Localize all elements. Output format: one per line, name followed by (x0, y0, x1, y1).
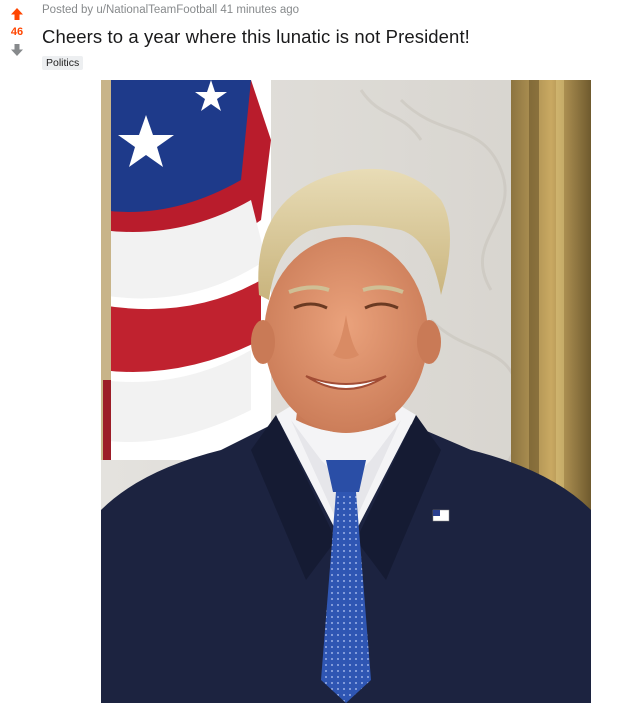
downvote-button[interactable] (8, 41, 26, 59)
post-image[interactable] (101, 80, 591, 703)
post-flair[interactable]: Politics (42, 56, 84, 70)
posted-by-label: Posted by (42, 4, 94, 16)
arrow-down-icon (11, 44, 23, 56)
upvote-button[interactable] (8, 5, 26, 23)
portrait-image (101, 80, 591, 703)
arrow-up-icon (11, 8, 23, 20)
post-time: 41 minutes ago (220, 4, 300, 16)
vote-score: 46 (10, 26, 24, 38)
reddit-post: 46 Posted by u/NationalTeamFootball 41 m… (0, 0, 640, 707)
vote-column: 46 (0, 0, 36, 70)
post-title[interactable]: Cheers to a year where this lunatic is n… (42, 26, 470, 48)
post-meta: Posted by u/NationalTeamFootball 41 minu… (42, 4, 299, 16)
author-link[interactable]: u/NationalTeamFootball (96, 4, 217, 16)
